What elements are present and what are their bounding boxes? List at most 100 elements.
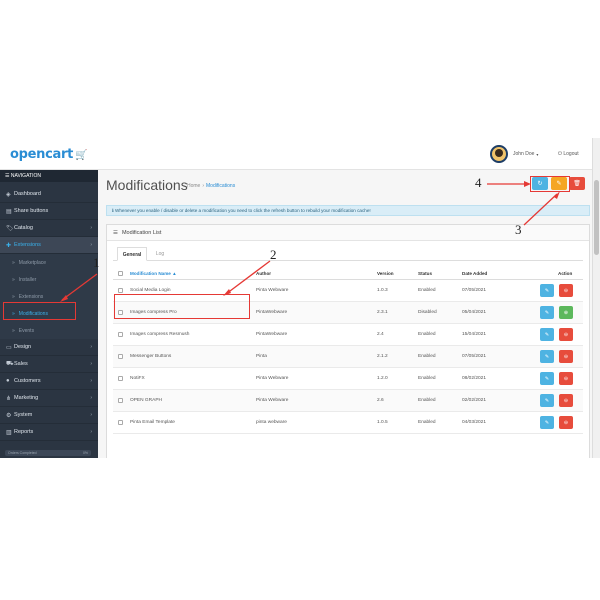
select-all-checkbox[interactable] [118,271,123,276]
edit-button[interactable]: ✎ [540,284,554,297]
nav-header: ☰ NAVIGATION [0,170,98,182]
app-window: opencart 🛒 John Doe ▾ ⏻ Logout ☰ NAVIGATI… [0,138,600,458]
cell-author: Pinta Webware [256,288,289,293]
disable-button[interactable]: ⊖ [559,284,573,297]
cart-icon: 🛒 [75,150,88,161]
chevron-down-icon: ▾ [536,151,539,157]
column-header-date-added[interactable]: Date Added [462,271,487,276]
cell-status: Enabled [418,288,436,293]
sidebar-item-share-buttons[interactable]: ▤ Share buttons [0,203,98,220]
table-row: Pinta Email Template pinta webware 1.0.5 En… [113,412,583,434]
breadcrumb-current[interactable]: Modifications [206,183,235,189]
column-header-name[interactable]: Modification Name ▲ [130,271,177,276]
sidebar-item-dashboard[interactable]: ◈ Dashboard [0,186,98,203]
highlight-toolbar-buttons [530,176,570,192]
column-header-status[interactable]: Status [418,271,432,276]
scrollbar-thumb[interactable] [594,180,599,255]
tab-log[interactable]: Log [151,247,169,261]
sidebar-item-label: Sales [14,361,28,367]
logout-link[interactable]: ⏻ Logout [558,151,579,157]
column-header-author[interactable]: Author [256,271,271,276]
row-checkbox[interactable] [118,354,123,359]
cell-date-added: 02/02/2021 [462,398,487,403]
disable-button[interactable]: ⊖ [559,350,573,363]
sidebar-item-extensions[interactable]: ✚ Extensions › [0,237,98,254]
sidebar-item-customers[interactable]: ● Customers › [0,373,98,390]
chevron-right-icon: › [90,344,92,350]
trash-icon: 🗑 [573,181,581,187]
edit-button[interactable]: ✎ [540,350,554,363]
cell-date-added: 05/04/2021 [462,310,487,315]
cell-status: Enabled [418,376,436,381]
page-scrollbar[interactable] [592,138,600,458]
row-checkbox[interactable] [118,398,123,403]
cell-name: Images compress Resmush [130,332,190,337]
cell-date-added: 15/04/2021 [462,332,487,337]
minus-circle-icon: ⊖ [563,353,569,360]
user-icon: ● [6,378,10,384]
info-icon: ℹ [112,208,114,213]
user-menu[interactable]: John Doe ▾ [490,145,538,163]
cell-version: 2.1.2 [377,354,388,359]
sidebar-item-system[interactable]: ⚙ System › [0,407,98,424]
cell-status: Enabled [418,332,436,337]
cell-date-added: 07/05/2021 [462,288,487,293]
pencil-icon: ✎ [544,287,550,294]
cell-author: pinta webware [256,420,287,425]
plus-circle-icon: ⊕ [563,309,569,316]
minus-circle-icon: ⊖ [563,331,569,338]
info-alert: ℹ Whenever you enable / disable or delet… [106,205,590,216]
annotation-number-3: 3 [515,222,522,237]
column-header-version[interactable]: Version [377,271,394,276]
edit-button[interactable]: ✎ [540,306,554,319]
cell-author: PintaWebware [256,332,288,337]
menu-icon[interactable]: ☰ [5,173,9,179]
logout-label: Logout [563,151,579,157]
alert-text: Whenever you enable / disable or delete … [115,208,371,213]
tab-general[interactable]: General [117,247,147,261]
disable-button[interactable]: ⊖ [559,372,573,385]
cell-version: 1.2.0 [377,376,388,381]
sidebar-subitem-label: Installer [18,276,37,283]
edit-button[interactable]: ✎ [540,328,554,341]
breadcrumb-separator: › [202,183,205,189]
disable-button[interactable]: ⊖ [559,394,573,407]
edit-button[interactable]: ✎ [540,372,554,385]
chevron-right-icon: › [90,378,92,384]
table-row: Messenger Buttons Pinta 2.1.2 Enabled 07/05/… [113,346,583,368]
sidebar-item-catalog[interactable]: 🏷 Catalog › [0,220,98,237]
sidebar-subitem-label: Marketplace [18,259,47,266]
minus-circle-icon: ⊖ [563,375,569,382]
chevron-right-icon: › [90,412,92,418]
row-checkbox[interactable] [118,288,123,293]
table-header: Modification Name ▲ Author Version Statu… [113,268,583,280]
sidebar-item-sales[interactable]: ⛟ Sales › [0,356,98,373]
sidebar-item-marketing[interactable]: ⋔ Marketing › [0,390,98,407]
breadcrumb-home[interactable]: Home [187,183,200,189]
row-checkbox[interactable] [118,420,123,425]
cell-date-added: 04/03/2021 [462,420,487,425]
sidebar-subitem-marketplace[interactable]: » Marketplace [0,254,98,271]
pencil-icon: ✎ [544,397,550,404]
disable-button[interactable]: ⊖ [559,416,573,429]
sidebar-subitem-installer[interactable]: » Installer [0,271,98,288]
orders-progress-value: 0% [82,451,88,455]
opencart-logo[interactable]: opencart 🛒 [10,147,87,162]
row-checkbox[interactable] [118,332,123,337]
pencil-icon: ✎ [544,353,550,360]
sidebar-item-design[interactable]: ▭ Design › [0,339,98,356]
edit-button[interactable]: ✎ [540,416,554,429]
disable-button[interactable]: ⊖ [559,328,573,341]
sidebar-item-reports[interactable]: ▥ Reports › [0,424,98,441]
logo-text: opencart [10,147,74,162]
enable-button[interactable]: ⊕ [559,306,573,319]
table-row: NotiFX Pinta Webware 1.2.0 Enabled 08/02/202… [113,368,583,390]
monitor-icon: ▭ [6,344,12,351]
cell-version: 2.6 [377,398,384,403]
cell-date-added: 08/02/2021 [462,376,487,381]
edit-button[interactable]: ✎ [540,394,554,407]
sidebar-subitem-events[interactable]: » Events [0,322,98,339]
row-checkbox[interactable] [118,376,123,381]
sidebar-item-label: Extensions [14,242,41,248]
delete-button[interactable]: 🗑 [569,177,585,190]
